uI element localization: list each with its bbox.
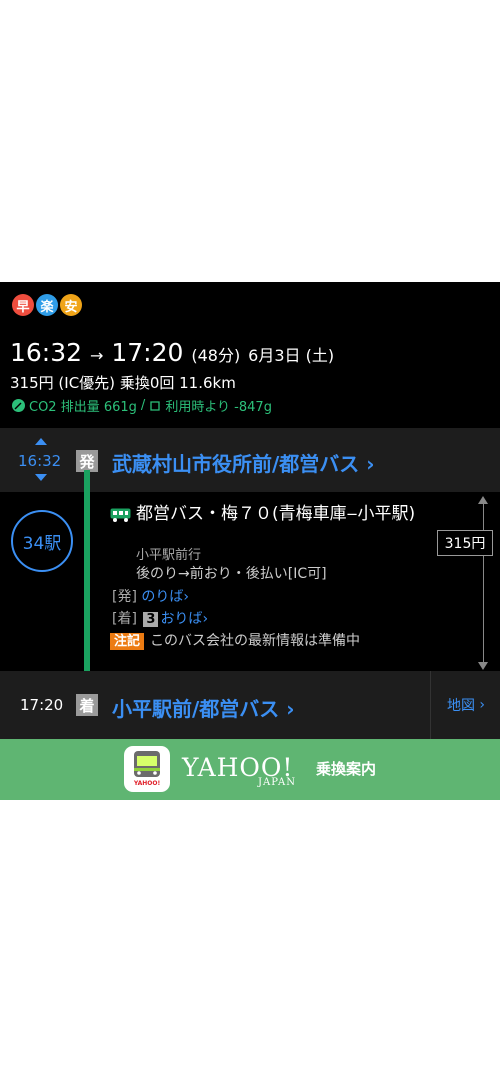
footer-banner[interactable]: YAHOO! YAHOO! JAPAN 乗換案内 [0, 739, 500, 800]
bus-icon [110, 508, 131, 522]
route-line [84, 470, 90, 692]
arrival-time: 17:20 [20, 696, 64, 714]
departure-row[interactable]: 16:32 発 武蔵村山市役所前/都営バス › [0, 428, 500, 492]
summary-arrow: → [90, 346, 104, 365]
summary-transfer: 乗換0回 [119, 374, 175, 392]
summary-distance: 11.6km [179, 374, 236, 392]
departure-station-link[interactable]: 武蔵村山市役所前/都営バス › [112, 448, 375, 477]
fare-arrow-down-icon [478, 662, 488, 670]
notice-tag: 注記 [110, 633, 145, 650]
map-button[interactable]: 地図 › [430, 671, 500, 739]
co2-amount: CO2 排出量 661g [29, 400, 137, 415]
arrival-station-name: 小平駅前/都営バス [112, 697, 280, 721]
summary-depart-time: 16:32 [10, 338, 83, 367]
notice: 注記 このバス会社の最新情報は準備中 [110, 630, 360, 650]
notice-text: このバス会社の最新情報は準備中 [150, 633, 361, 649]
co2-compare: 利用時より -847g [165, 400, 272, 415]
easy-badge: 楽 [36, 294, 58, 316]
icon-brand-text: YAHOO! [133, 780, 160, 787]
departure-platform-link[interactable]: のりば [141, 589, 183, 605]
earlier-time-icon[interactable] [35, 438, 47, 445]
line-name: 都営バス・梅７０(青梅車庫‒小平駅) [136, 504, 416, 524]
summary-duration: (48分) [191, 346, 241, 365]
fast-badge: 早 [12, 294, 34, 316]
car-icon [150, 400, 160, 411]
cheap-badge: 安 [60, 294, 82, 316]
summary-fare-mode: (IC優先) [58, 374, 116, 392]
leaf-icon [12, 399, 25, 412]
chevron-right-icon: › [183, 589, 189, 605]
segment-fare: 315円 [437, 530, 493, 556]
departure-time[interactable]: 16:32 [18, 452, 61, 470]
japan-label: JAPAN [258, 777, 297, 788]
summary-times: 16:32 → 17:20 (48分) 6月3日 (土) [10, 338, 334, 367]
service-name: 乗換案内 [316, 760, 377, 778]
summary-arrive-time: 17:20 [111, 338, 184, 367]
route-badges: 早 楽 安 [12, 294, 82, 316]
summary-fare: 315円 [10, 374, 54, 392]
departure-station-name: 武蔵村山市役所前/都営バス [112, 452, 360, 476]
departure-platform-label: [発] [112, 589, 137, 605]
arrival-platform-label: [着] [112, 611, 137, 627]
arrival-platform-link[interactable]: おりば [160, 611, 202, 627]
summary-fare-line: 315円 (IC優先) 乗換0回 11.6km [10, 372, 236, 393]
chevron-right-icon: › [286, 697, 295, 721]
arrival-mark: 着 [76, 694, 98, 716]
arrival-row[interactable]: 17:20 着 小平駅前/都営バス › 地図 › [0, 671, 500, 739]
later-time-icon[interactable] [35, 474, 47, 481]
chevron-right-icon: › [202, 611, 209, 627]
train-icon: YAHOO! [133, 751, 160, 787]
stops-count-button[interactable]: 34駅 [11, 510, 73, 572]
boarding-info: 後のり→前おり・後払い[IC可] [136, 566, 327, 582]
summary-date: 6月3日 (土) [248, 346, 335, 365]
chevron-right-icon: › [366, 452, 375, 476]
fare-span-line [483, 502, 484, 667]
co2-line: CO2 排出量 661g / 利用時より -847g [12, 396, 272, 415]
route-card: 早 楽 安 16:32 → 17:20 (48分) 6月3日 (土) 315円 … [0, 282, 500, 800]
app-icon[interactable]: YAHOO! [124, 746, 170, 792]
chevron-right-icon: › [479, 697, 486, 713]
arrival-platform-number: 3 [143, 612, 159, 627]
arrival-platform: [着] 3 おりば› [112, 608, 208, 628]
arrival-station-link[interactable]: 小平駅前/都営バス › [112, 693, 295, 722]
divider-slash: / [140, 398, 146, 413]
destination: 小平駅前行 [136, 548, 202, 563]
departure-mark: 発 [76, 450, 98, 472]
departure-platform: [発] のりば› [112, 586, 189, 606]
map-label: 地図 [446, 698, 475, 714]
